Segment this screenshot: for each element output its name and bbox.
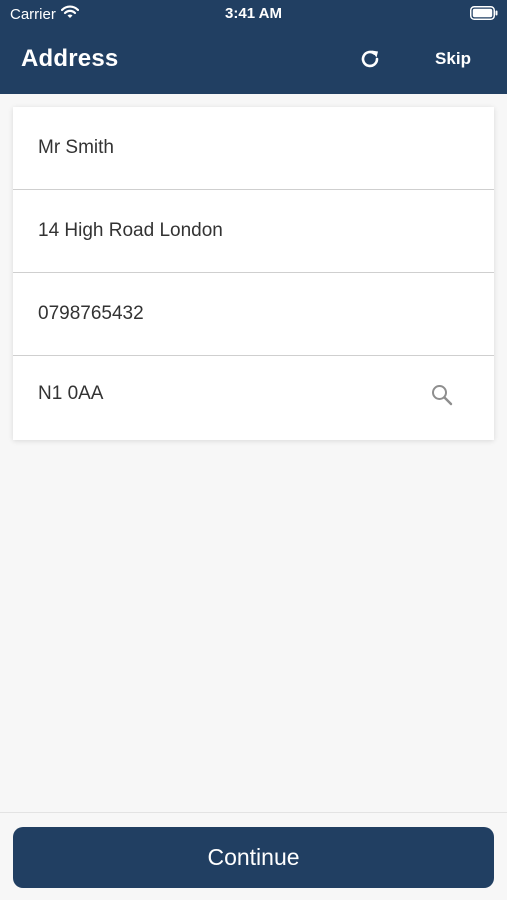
footer-bar: Continue	[0, 812, 507, 900]
battery-icon	[470, 6, 498, 20]
skip-button[interactable]: Skip	[428, 49, 478, 73]
postcode-search-button[interactable]	[428, 383, 456, 411]
address-field[interactable]: 14 High Road London	[13, 190, 494, 273]
address-form: Mr Smith 14 High Road London 0798765432 …	[13, 107, 494, 440]
refresh-button[interactable]	[355, 46, 385, 76]
postcode-field[interactable]: N1 0AA	[13, 356, 494, 439]
phone-field-value: 0798765432	[38, 303, 144, 324]
page-title: Address	[21, 45, 119, 72]
refresh-icon	[359, 48, 381, 75]
phone-field[interactable]: 0798765432	[13, 273, 494, 356]
name-field-value: Mr Smith	[38, 137, 114, 158]
postcode-field-value: N1 0AA	[38, 383, 104, 404]
continue-button[interactable]: Continue	[13, 827, 494, 888]
name-field[interactable]: Mr Smith	[13, 107, 494, 190]
address-field-value: 14 High Road London	[38, 220, 223, 241]
search-icon	[430, 383, 454, 412]
nav-bar: Address Skip	[0, 30, 507, 90]
status-time: 3:41 AM	[225, 5, 282, 22]
status-bar: Carrier 3:41 AM	[0, 0, 507, 28]
app-header: Carrier 3:41 AM Address Skip	[0, 0, 507, 94]
